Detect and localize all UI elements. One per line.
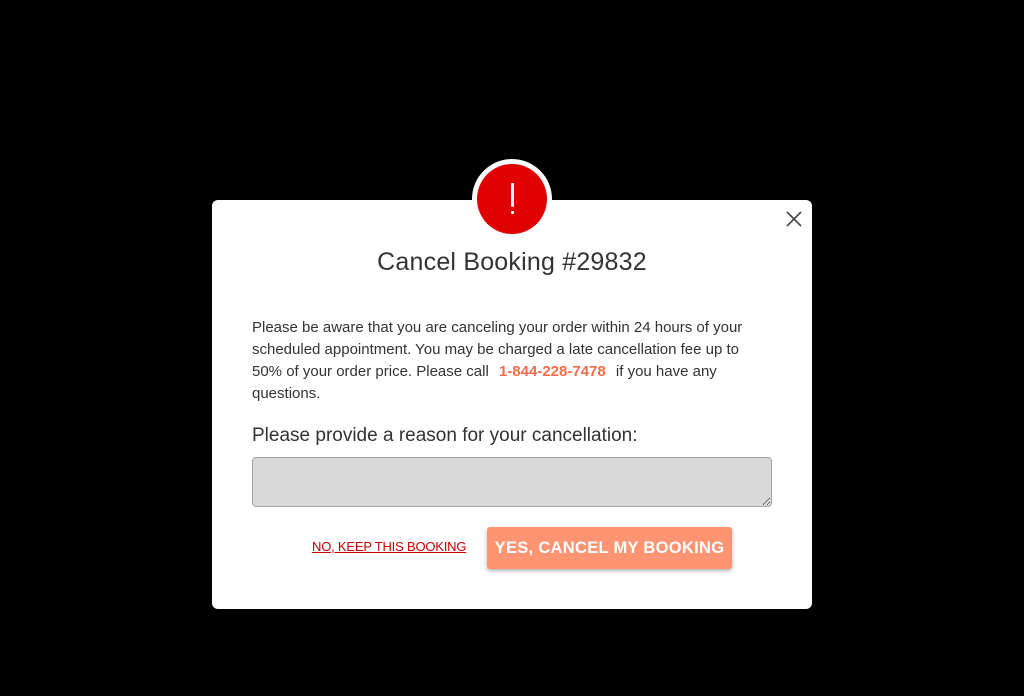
confirm-cancel-button[interactable]: YES, CANCEL MY BOOKING [487,527,732,569]
keep-booking-link[interactable]: NO, KEEP THIS BOOKING [312,539,466,554]
reason-textarea[interactable] [252,457,772,507]
cancel-booking-dialog: Cancel Booking #29832 Please be aware th… [212,200,812,609]
dialog-title: Cancel Booking #29832 [377,248,647,276]
phone-link[interactable]: 1-844-228-7478 [493,363,612,380]
close-icon[interactable] [782,207,806,231]
alert-badge [472,159,552,239]
warning-message: Please be aware that you are canceling y… [252,317,772,405]
reason-label: Please provide a reason for your cancell… [252,425,638,446]
exclamation-icon [477,164,547,234]
